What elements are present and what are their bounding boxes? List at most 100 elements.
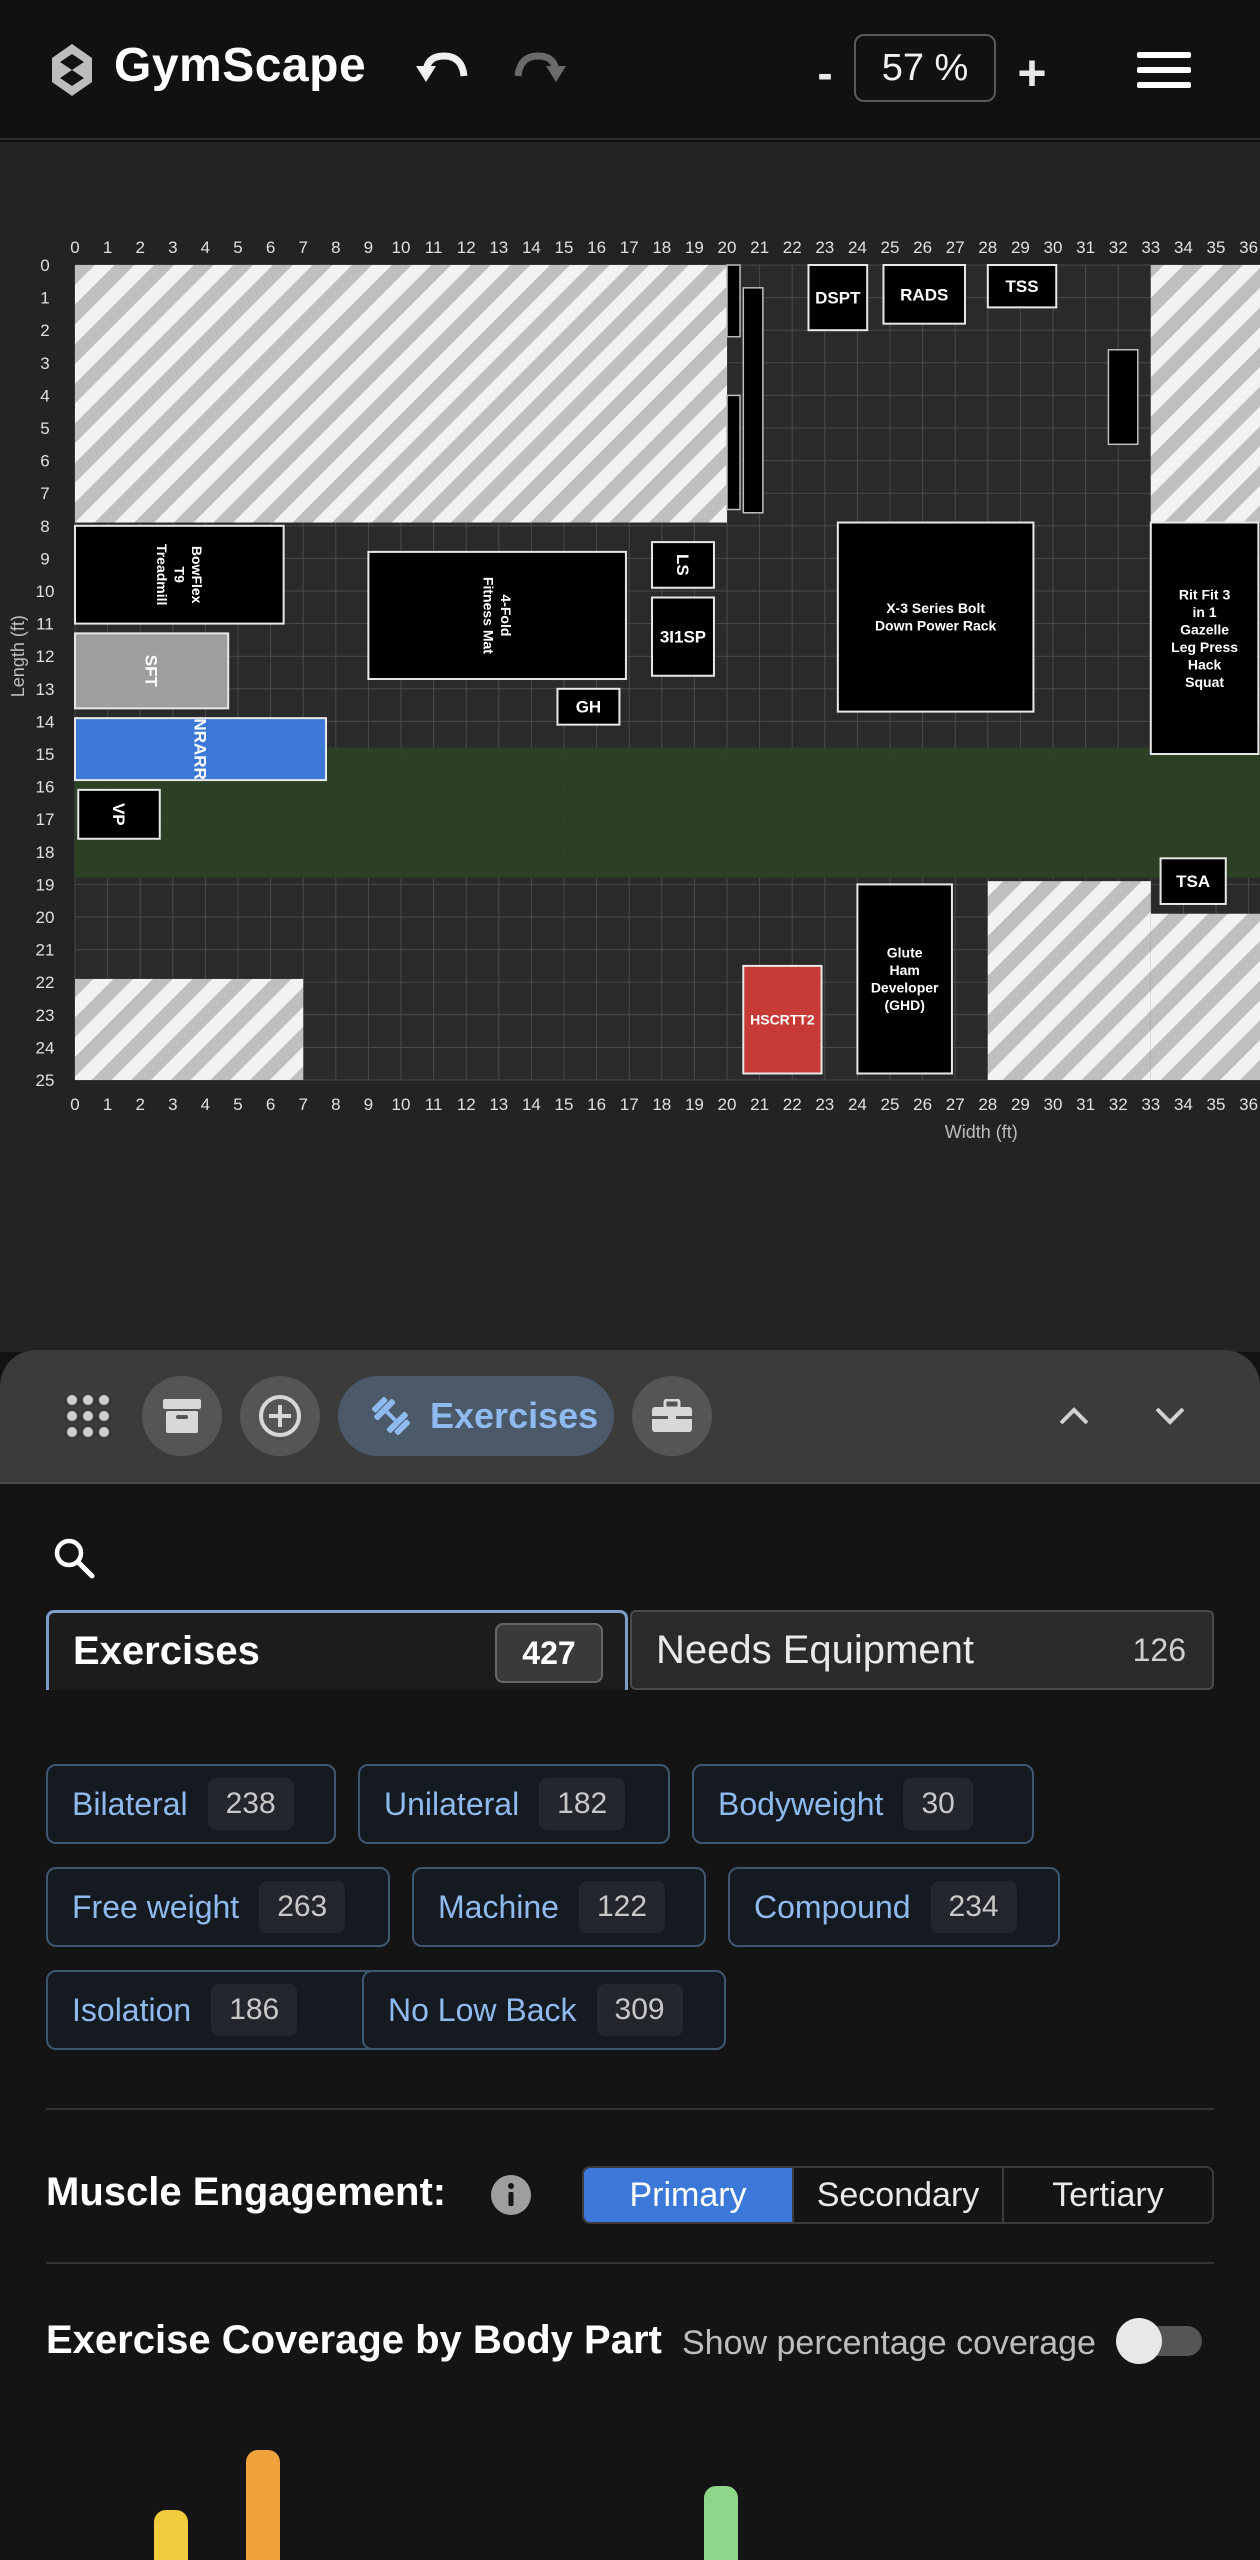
filter-chip-count: 238 — [207, 1778, 294, 1830]
y-tick-label: 21 — [36, 941, 55, 960]
x-tick-label-top: 14 — [522, 238, 541, 257]
archive-icon[interactable] — [142, 1376, 222, 1456]
zoom-out-button[interactable]: - — [805, 46, 845, 100]
x-tick-label-top: 27 — [946, 238, 965, 257]
x-tick-label-bottom: 11 — [425, 1095, 443, 1114]
filter-chip-count: 122 — [578, 1881, 666, 1933]
equipment-label: TSS — [1005, 277, 1038, 296]
tab-exercises-count: 427 — [495, 1623, 603, 1683]
x-tick-label-top: 35 — [1207, 238, 1226, 257]
x-tick-label-bottom: 2 — [135, 1095, 144, 1114]
equipment-4-fold-fitness-mat[interactable]: 4-FoldFitness Mat — [367, 550, 627, 681]
redo-icon[interactable] — [510, 40, 570, 100]
equipment-label: VP — [109, 803, 128, 826]
equipment-vp[interactable]: VP — [77, 788, 161, 840]
equipment-3i1sp[interactable]: 3I1SP — [651, 596, 715, 677]
x-tick-label-bottom: 12 — [457, 1095, 476, 1114]
equipment-tsa[interactable]: TSA — [1159, 857, 1227, 905]
equipment-glute-ham-developer-ghd-[interactable]: Glute Ham Developer (GHD) — [856, 883, 953, 1075]
floor-plan-svg[interactable]: DSPT RADS TSS BowFlexT9Treadmill 4-FoldFitne… — [0, 142, 1260, 1352]
app-title: GymScape — [114, 39, 367, 92]
x-tick-label-bottom: 5 — [233, 1095, 242, 1114]
equipment-rads[interactable]: RADS — [882, 264, 966, 325]
floor-plan-canvas[interactable]: DSPT RADS TSS BowFlexT9Treadmill 4-FoldFitne… — [0, 142, 1260, 1352]
toolbox-icon[interactable] — [632, 1376, 712, 1456]
y-tick-label: 11 — [36, 615, 54, 634]
tab-needs-equipment[interactable]: Needs Equipment 126 — [630, 1610, 1214, 1690]
filter-chip-label: Isolation — [72, 1991, 192, 2028]
muscle-engagement-selector: Primary Secondary Tertiary — [582, 2166, 1214, 2224]
equipment-sft[interactable]: SFT — [74, 632, 230, 710]
equipment-dspt[interactable]: DSPT — [807, 264, 869, 332]
y-tick-label: 17 — [36, 810, 55, 829]
zoom-level-input[interactable]: 57 % — [854, 34, 996, 102]
menu-icon[interactable] — [1136, 40, 1192, 100]
equipment-label: 3I1SP — [660, 628, 706, 647]
filter-chip-isolation[interactable]: Isolation 186 — [46, 1970, 386, 2050]
unavailable-area — [987, 881, 1151, 1080]
filter-chip-bodyweight[interactable]: Bodyweight 30 — [692, 1764, 1034, 1844]
zoom-in-button[interactable]: + — [1010, 44, 1054, 102]
equipment-x-3-series-bolt-down-power-rack[interactable]: X-3 Series Bolt Down Power Rack — [836, 521, 1035, 713]
add-circle-icon[interactable] — [240, 1376, 320, 1456]
x-tick-label-top: 28 — [978, 238, 997, 257]
filter-chip-machine[interactable]: Machine 122 — [412, 1867, 706, 1947]
equipment-gh[interactable]: GH — [556, 687, 621, 726]
x-tick-label-bottom: 17 — [620, 1095, 639, 1114]
filter-chip-no-low-back[interactable]: No Low Back 309 — [362, 1970, 726, 2050]
info-icon[interactable] — [490, 2174, 532, 2216]
x-tick-label-bottom: 3 — [168, 1095, 177, 1114]
x-tick-label-top: 9 — [364, 238, 373, 257]
filter-chip-count: 30 — [903, 1778, 973, 1830]
x-tick-label-top: 4 — [201, 238, 210, 257]
undo-icon[interactable] — [412, 40, 472, 100]
equipment-ls[interactable]: LS — [651, 541, 715, 589]
x-tick-label-bottom: 0 — [70, 1095, 79, 1114]
filter-chip-bilateral[interactable]: Bilateral 238 — [46, 1764, 336, 1844]
segment-tertiary[interactable]: Tertiary — [1002, 2168, 1212, 2222]
wall-segment — [726, 264, 741, 338]
x-tick-label-top: 17 — [620, 238, 639, 257]
filter-chip-compound[interactable]: Compound 234 — [728, 1867, 1060, 1947]
equipment-label: LS — [673, 554, 692, 576]
apps-grid-icon[interactable] — [60, 1380, 116, 1452]
x-tick-label-bottom: 26 — [913, 1095, 932, 1114]
exercises-tab-button[interactable]: Exercises — [338, 1376, 614, 1456]
filter-chip-label: Bodyweight — [718, 1785, 884, 1822]
x-tick-label-top: 19 — [685, 238, 704, 257]
equipment-bowflex-t9-treadmill[interactable]: BowFlexT9Treadmill — [74, 524, 285, 625]
equipment-hscrtt2[interactable]: HSCRTT2 — [742, 964, 823, 1075]
filter-chip-unilateral[interactable]: Unilateral 182 — [358, 1764, 670, 1844]
x-tick-label-bottom: 16 — [587, 1095, 606, 1114]
x-tick-label-bottom: 20 — [718, 1095, 737, 1114]
coverage-bar[interactable] — [246, 2450, 280, 2560]
x-tick-label-top: 31 — [1076, 238, 1095, 257]
equipment-nrarr[interactable]: NRARR — [74, 717, 328, 782]
chevron-down-icon[interactable] — [1140, 1386, 1200, 1446]
x-tick-label-bottom: 19 — [685, 1095, 704, 1114]
coverage-bar[interactable] — [154, 2510, 188, 2560]
segment-primary[interactable]: Primary — [584, 2168, 792, 2222]
tab-exercises[interactable]: Exercises 427 — [46, 1610, 628, 1690]
y-tick-label: 20 — [36, 908, 55, 927]
chevron-up-icon[interactable] — [1044, 1386, 1104, 1446]
equipment-rit-fit-3-in-1-gazelle-leg-press-hack-squat[interactable]: Rit Fit 3 in 1 Gazelle Leg Press Hack Squat — [1149, 521, 1260, 756]
y-tick-label: 13 — [36, 680, 55, 699]
coverage-bar[interactable] — [704, 2486, 738, 2560]
exercises-tab-label: Exercises — [430, 1395, 599, 1436]
y-tick-label: 8 — [40, 517, 49, 536]
filter-chip-free-weight[interactable]: Free weight 263 — [46, 1867, 390, 1947]
x-tick-label-bottom: 34 — [1174, 1095, 1193, 1114]
segment-secondary[interactable]: Secondary — [792, 2168, 1002, 2222]
equipment-tss[interactable]: TSS — [986, 264, 1058, 309]
x-tick-label-top: 21 — [750, 238, 769, 257]
percentage-toggle[interactable] — [1116, 2318, 1202, 2364]
x-tick-label-bottom: 4 — [201, 1095, 210, 1114]
equipment-label: HSCRTT2 — [750, 1012, 815, 1028]
unavailable-area — [75, 978, 304, 1080]
x-tick-label-top: 3 — [168, 238, 177, 257]
dumbbell-icon — [372, 1397, 410, 1435]
x-tick-label-bottom: 32 — [1109, 1095, 1128, 1114]
search-icon[interactable] — [52, 1536, 96, 1580]
filter-chip-label: Free weight — [72, 1888, 240, 1925]
